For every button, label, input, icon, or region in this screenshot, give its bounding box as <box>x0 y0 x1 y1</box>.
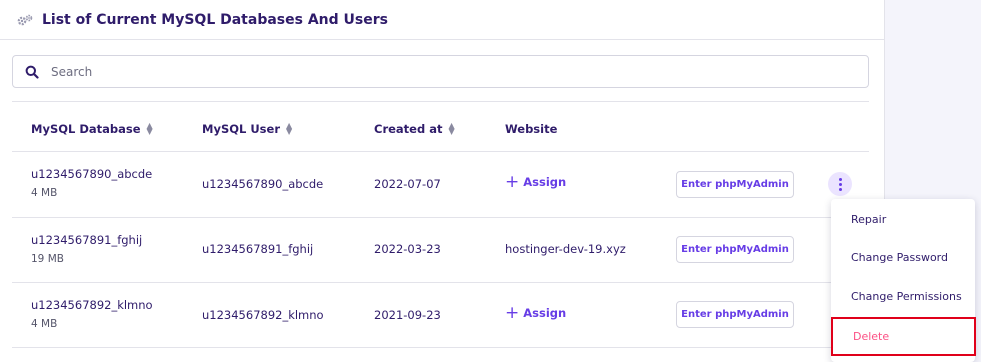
enter-phpmyadmin-button[interactable]: Enter phpMyAdmin <box>676 171 794 198</box>
database-name: u1234567891_fghij <box>31 233 143 247</box>
created-date: 2022-03-23 <box>374 242 441 256</box>
divider <box>12 151 869 152</box>
divider <box>12 347 869 348</box>
column-label: MySQL Database <box>31 122 141 136</box>
search-box[interactable] <box>12 55 869 88</box>
sort-icon: ▲ ▼ <box>448 121 455 136</box>
plus-icon: + <box>505 172 520 192</box>
sort-icon: ▲ ▼ <box>146 121 153 136</box>
website-domain[interactable]: hostinger-dev-19.xyz <box>505 242 626 256</box>
menu-item-repair[interactable]: Repair <box>831 200 975 238</box>
database-name: u1234567892_klmno <box>31 298 153 312</box>
column-header-database[interactable]: MySQL Database ▲ ▼ <box>31 121 153 137</box>
database-name: u1234567890_abcde <box>31 167 153 181</box>
page-title: List of Current MySQL Databases And User… <box>42 11 388 28</box>
column-header-website: Website <box>505 122 557 136</box>
enter-phpmyadmin-button[interactable]: Enter phpMyAdmin <box>676 236 794 263</box>
database-user: u1234567890_abcde <box>202 177 324 191</box>
menu-item-change-permissions[interactable]: Change Permissions <box>831 277 975 315</box>
table-row-database: u1234567892_klmno 4 MB <box>31 298 153 330</box>
divider <box>12 282 869 283</box>
column-label: Created at <box>374 122 443 136</box>
column-label: Website <box>505 122 558 136</box>
column-header-created[interactable]: Created at ▲ ▼ <box>374 121 455 137</box>
assign-label: Assign <box>523 175 567 189</box>
sort-icon: ▲ ▼ <box>285 121 293 136</box>
more-options-icon[interactable] <box>828 172 852 196</box>
created-date: 2021-09-23 <box>374 308 441 322</box>
gears-icon <box>16 13 34 27</box>
menu-item-delete[interactable]: Delete <box>831 317 976 356</box>
database-size: 4 MB <box>31 318 58 330</box>
menu-item-change-password[interactable]: Change Password <box>831 238 975 276</box>
divider <box>12 101 869 102</box>
table-row-database: u1234567891_fghij 19 MB <box>31 233 142 265</box>
databases-card: List of Current MySQL Databases And User… <box>0 0 885 362</box>
options-menu: Repair Change Password Change Permission… <box>831 199 976 362</box>
column-label: MySQL User <box>202 122 280 136</box>
database-size: 19 MB <box>31 253 64 265</box>
assign-website-button[interactable]: + Assign <box>505 303 567 323</box>
database-user: u1234567892_klmno <box>202 308 324 322</box>
column-header-user[interactable]: MySQL User ▲ ▼ <box>202 121 293 137</box>
table-row-database: u1234567890_abcde 4 MB <box>31 167 152 199</box>
enter-phpmyadmin-button[interactable]: Enter phpMyAdmin <box>676 301 794 328</box>
plus-icon: + <box>505 303 520 323</box>
created-date: 2022-07-07 <box>374 177 441 191</box>
divider <box>12 217 869 218</box>
database-size: 4 MB <box>31 187 58 199</box>
assign-label: Assign <box>523 306 567 320</box>
database-user: u1234567891_fghij <box>202 242 314 256</box>
search-input[interactable] <box>51 64 831 79</box>
card-header: List of Current MySQL Databases And User… <box>0 0 884 40</box>
assign-website-button[interactable]: + Assign <box>505 172 567 192</box>
search-icon <box>25 65 39 79</box>
